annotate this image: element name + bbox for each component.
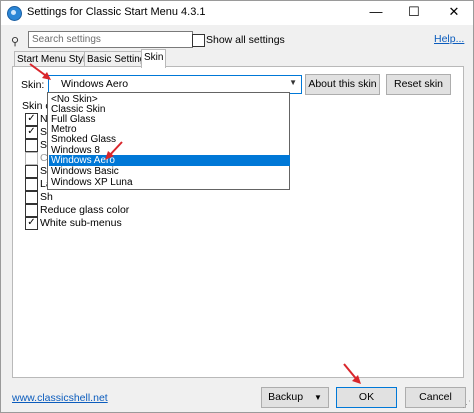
skin-dropdown-list: <No Skin> Classic Skin Full Glass Metro … [47, 92, 290, 190]
backup-button[interactable]: Backup ▼ [261, 387, 329, 408]
chevron-down-icon[interactable]: ▼ [289, 78, 297, 87]
skin-option-checkbox[interactable] [25, 191, 38, 204]
red-arrow-ok-icon [343, 363, 361, 384]
skin-option-checkbox[interactable] [25, 139, 38, 152]
reduce-glass-color-checkbox[interactable] [25, 204, 38, 217]
red-arrow-windows-aero-icon [105, 141, 123, 160]
about-this-skin-button[interactable]: About this skin [305, 74, 380, 95]
white-sub-menus-label: White sub-menus [40, 217, 122, 229]
show-all-settings-label: Show all settings [206, 34, 285, 46]
skin-option-checkbox[interactable] [25, 178, 38, 191]
dropdown-item-windows-aero[interactable]: Windows Aero [49, 155, 290, 166]
skin-option-label: Sh [40, 191, 53, 203]
tab-skin[interactable]: Skin [141, 49, 167, 68]
cancel-button[interactable]: Cancel [405, 387, 466, 408]
chevron-down-icon: ▼ [314, 393, 322, 402]
reset-skin-button[interactable]: Reset skin [386, 74, 451, 95]
window-title: Settings for Classic Start Menu 4.3.1 [27, 6, 206, 18]
dropdown-item-smoked-glass[interactable]: Smoked Glass [49, 134, 290, 145]
close-button[interactable]: ✕ [437, 1, 471, 25]
search-icon: ⚲ [11, 36, 20, 48]
reduce-glass-color-label: Reduce glass color [40, 204, 130, 216]
help-link[interactable]: Help... [434, 33, 464, 45]
skin-option-checkbox[interactable]: ✓ [25, 126, 38, 139]
white-sub-menus-checkbox[interactable]: ✓ [25, 217, 38, 230]
dialog-body: ⚲ Search settings Show all settings Help… [1, 25, 473, 412]
skin-option-checkbox [25, 152, 38, 165]
maximize-button[interactable]: ☐ [397, 1, 431, 25]
dropdown-item-windows-xp-luna[interactable]: Windows XP Luna [49, 177, 290, 188]
website-link[interactable]: www.classicshell.net [12, 392, 108, 404]
settings-window: Settings for Classic Start Menu 4.3.1 — … [0, 0, 474, 413]
skin-select-value: Windows Aero [61, 78, 129, 90]
resize-grip-icon[interactable]: ⋰ [462, 399, 471, 410]
backup-button-label: Backup [268, 391, 304, 403]
red-arrow-skin-icon [29, 63, 51, 80]
title-bar: Settings for Classic Start Menu 4.3.1 — … [1, 1, 473, 25]
skin-option-checkbox[interactable] [25, 165, 38, 178]
search-settings-input[interactable]: Search settings [28, 31, 193, 48]
minimize-button[interactable]: — [359, 1, 393, 25]
skin-option-checkbox[interactable]: ✓ [25, 113, 38, 126]
classic-shell-app-icon [7, 6, 22, 21]
dropdown-item-windows-basic[interactable]: Windows Basic [49, 166, 290, 177]
show-all-settings-checkbox[interactable] [192, 34, 205, 47]
ok-button[interactable]: OK [336, 387, 397, 408]
